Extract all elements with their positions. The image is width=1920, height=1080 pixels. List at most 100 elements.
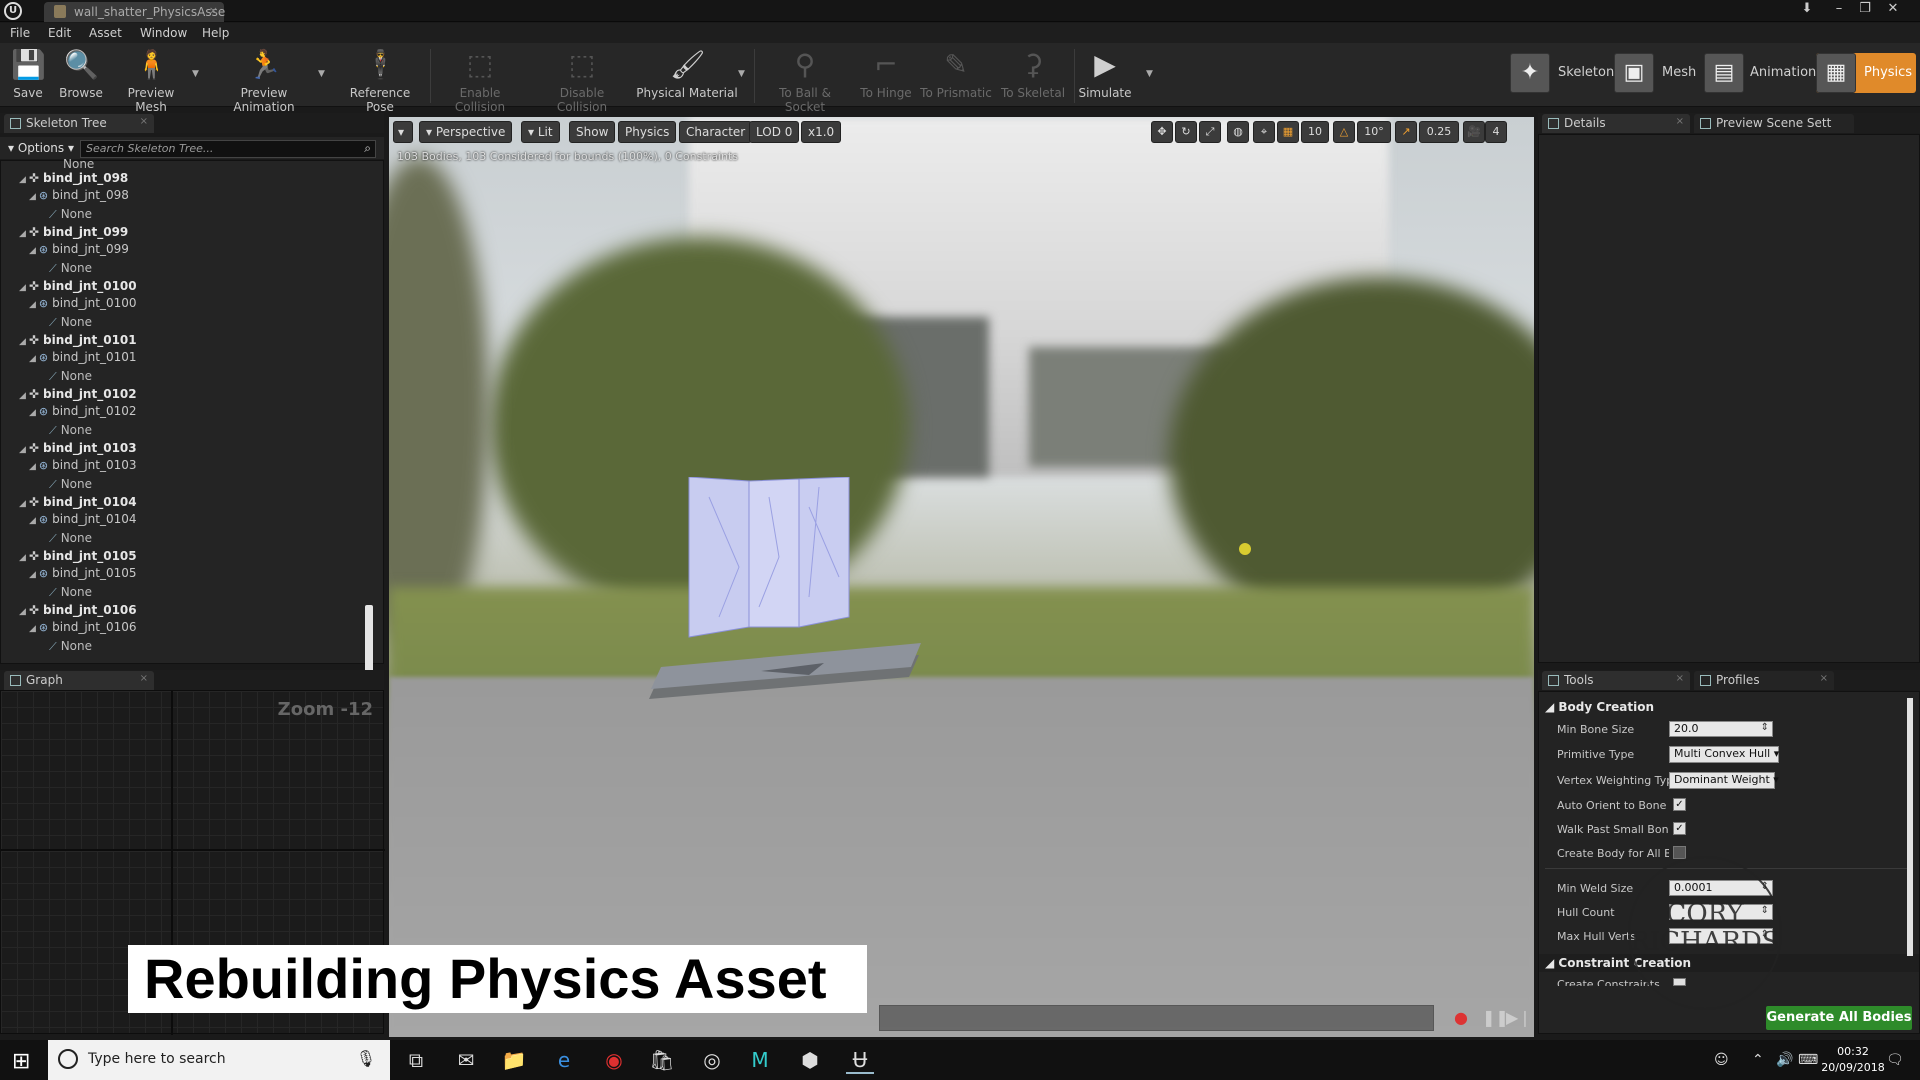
- menu-help[interactable]: Help: [202, 26, 229, 40]
- enable-collision-button[interactable]: ⬚ Enable Collision: [434, 46, 526, 114]
- expand-arrow-icon[interactable]: ◢: [29, 408, 36, 418]
- pause-icon[interactable]: ❚❚: [1482, 1008, 1509, 1027]
- scale-icon[interactable]: ⤢: [1199, 121, 1221, 143]
- tree-body-row[interactable]: ◢ ⊛ bind_jnt_0104: [29, 512, 137, 528]
- tree-body-row[interactable]: ◢ ⊛ bind_jnt_0101: [29, 350, 137, 366]
- world-icon[interactable]: ◍: [1227, 121, 1249, 143]
- tools-scrollbar[interactable]: [1907, 698, 1913, 956]
- close-tab-icon[interactable]: ×: [1676, 673, 1684, 684]
- close-window-button[interactable]: ✕: [1882, 1, 1904, 19]
- microphone-icon[interactable]: 🎙: [356, 1049, 376, 1068]
- expand-arrow-icon[interactable]: ◢: [19, 553, 26, 563]
- tree-body-row[interactable]: ◢ ⊛ bind_jnt_0105: [29, 566, 137, 582]
- expand-arrow-icon[interactable]: ◢: [29, 462, 36, 472]
- tree-constraint-row[interactable]: ⟋ None: [49, 261, 92, 277]
- expand-arrow-icon[interactable]: ◢: [19, 337, 26, 347]
- tree-body-row[interactable]: ◢ ⊛ bind_jnt_0103: [29, 458, 137, 474]
- tray-expand-icon[interactable]: ⌃: [1752, 1052, 1764, 1068]
- tree-bone-row[interactable]: ◢ ✜ bind_jnt_0103: [19, 441, 137, 457]
- expand-arrow-icon[interactable]: ◢: [29, 246, 36, 256]
- body-creation-header[interactable]: ◢ Body Creation: [1545, 700, 1654, 714]
- record-app-icon[interactable]: ◉: [600, 1046, 628, 1074]
- to-prismatic-button[interactable]: ✎ To Prismatic: [918, 46, 994, 104]
- tree-bone-row[interactable]: ◢ ✜ bind_jnt_0100: [19, 279, 137, 295]
- tree-constraint-row[interactable]: ⟋ None: [49, 369, 92, 385]
- tree-constraint-row[interactable]: ⟋ None: [49, 585, 92, 601]
- expand-arrow-icon[interactable]: ◢: [19, 391, 26, 401]
- menu-edit[interactable]: Edit: [48, 26, 71, 40]
- options-dropdown[interactable]: ▾ Options ▾: [8, 141, 74, 155]
- playback-speed-button[interactable]: x1.0: [801, 121, 842, 143]
- volume-icon[interactable]: 🔊: [1776, 1052, 1793, 1068]
- tree-bone-row[interactable]: ◢ ✜ bind_jnt_0104: [19, 495, 137, 511]
- action-center-icon[interactable]: 🗨: [1886, 1052, 1904, 1068]
- tree-bone-row[interactable]: ◢ ✜ bind_jnt_098: [19, 171, 128, 187]
- menu-asset[interactable]: Asset: [89, 26, 122, 40]
- document-tab[interactable]: wall_shatter_PhysicsAsse ×: [44, 2, 225, 22]
- show-button[interactable]: Show: [569, 121, 616, 143]
- taskbar-search-input[interactable]: Type here to search 🎙: [48, 1040, 390, 1080]
- tree-bone-row[interactable]: ◢ ✜ bind_jnt_0101: [19, 333, 137, 349]
- rotation-snap-icon[interactable]: △: [1333, 121, 1355, 143]
- chrome-icon[interactable]: ◎: [698, 1046, 726, 1074]
- primitive-type-select[interactable]: Multi Convex Hull ▾: [1669, 746, 1779, 763]
- create-body-checkbox[interactable]: [1673, 846, 1686, 859]
- scale-snap-icon[interactable]: ↗: [1395, 121, 1417, 143]
- expand-arrow-icon[interactable]: ◢: [29, 516, 36, 526]
- expand-arrow-icon[interactable]: ◢: [29, 300, 36, 310]
- taskbar-clock[interactable]: 00:32 20/09/2018: [1818, 1044, 1888, 1076]
- translate-icon[interactable]: ✥: [1151, 121, 1173, 143]
- task-view-icon[interactable]: ⧉: [402, 1046, 430, 1074]
- tree-constraint-row[interactable]: ⟋ None: [49, 207, 92, 223]
- tree-body-row[interactable]: ◢ ⊛ bind_jnt_099: [29, 242, 129, 258]
- people-icon[interactable]: ☺: [1714, 1052, 1729, 1068]
- epic-launcher-icon[interactable]: ⬢: [796, 1046, 824, 1074]
- expand-arrow-icon[interactable]: ◢: [19, 283, 26, 293]
- close-tab-icon[interactable]: ×: [140, 673, 148, 684]
- camera-speed-icon[interactable]: 🎥: [1463, 121, 1485, 143]
- tree-bone-row[interactable]: ◢ ✜ bind_jnt_0102: [19, 387, 137, 403]
- unreal-editor-icon[interactable]: Ʉ: [846, 1046, 874, 1074]
- expand-arrow-icon[interactable]: ◢: [19, 175, 26, 185]
- tree-constraint-row[interactable]: ⟋ None: [49, 531, 92, 547]
- tab-skeleton-tree[interactable]: Skeleton Tree ×: [4, 114, 154, 133]
- preview-animation-button[interactable]: 🏃 Preview Animation: [210, 46, 318, 114]
- skeleton-tree-search-input[interactable]: Search Skeleton Tree... ⌕: [80, 140, 376, 158]
- close-tab-icon[interactable]: ×: [209, 4, 218, 17]
- viewport[interactable]: ▾ ▾ Perspective ▾ Lit Show Physics Chara…: [389, 117, 1534, 1037]
- to-skeletal-button[interactable]: ⚳ To Skeletal: [998, 46, 1068, 104]
- close-tab-icon[interactable]: ×: [1676, 116, 1684, 127]
- save-button[interactable]: 💾 Save: [6, 46, 50, 104]
- tree-body-row[interactable]: ◢ ⊛ bind_jnt_098: [29, 188, 129, 204]
- maya-icon[interactable]: M: [746, 1046, 774, 1074]
- expand-arrow-icon[interactable]: ◢: [19, 229, 26, 239]
- keyboard-icon[interactable]: ⌨: [1798, 1052, 1818, 1068]
- to-hinge-button[interactable]: ⌐ To Hinge: [858, 46, 914, 104]
- lod-button[interactable]: LOD 0: [749, 121, 800, 143]
- light-icon[interactable]: [1239, 543, 1251, 555]
- camera-speed-value[interactable]: 4: [1485, 121, 1507, 143]
- tree-body-row[interactable]: ◢ ⊛ bind_jnt_0102: [29, 404, 137, 420]
- mode-animation-button[interactable]: ▤ Animation: [1704, 53, 1816, 93]
- menu-window[interactable]: Window: [140, 26, 187, 40]
- min-bone-size-field[interactable]: 20.0 ⇕: [1669, 721, 1773, 737]
- preview-mesh-dropdown-icon[interactable]: ▼: [192, 69, 199, 79]
- vertex-weighting-select[interactable]: Dominant Weight ▾: [1669, 772, 1779, 789]
- tree-constraint-row[interactable]: ⟋ None: [49, 315, 92, 331]
- tab-tools[interactable]: Tools ×: [1542, 671, 1690, 690]
- close-tab-icon[interactable]: ×: [1820, 673, 1828, 684]
- physics-button[interactable]: Physics: [618, 121, 677, 143]
- perspective-button[interactable]: ▾ Perspective: [419, 121, 513, 143]
- step-forward-icon[interactable]: ▶❘: [1506, 1008, 1532, 1027]
- physical-material-dropdown-icon[interactable]: ▼: [738, 69, 745, 79]
- preview-mesh-button[interactable]: 🧍 Preview Mesh: [110, 46, 192, 114]
- lit-button[interactable]: ▾ Lit: [521, 121, 560, 143]
- tree-bone-row[interactable]: ◢ ✜ bind_jnt_0106: [19, 603, 137, 619]
- windows-start-icon[interactable]: ⊞: [12, 1049, 30, 1074]
- grid-snap-icon[interactable]: ▦: [1277, 121, 1299, 143]
- to-ball-socket-button[interactable]: ⚲ To Ball & Socket: [758, 46, 852, 114]
- expand-arrow-icon[interactable]: ◢: [19, 499, 26, 509]
- walk-past-checkbox[interactable]: ✓: [1673, 822, 1686, 835]
- edge-icon[interactable]: e: [550, 1046, 578, 1074]
- mail-icon[interactable]: ✉: [452, 1046, 480, 1074]
